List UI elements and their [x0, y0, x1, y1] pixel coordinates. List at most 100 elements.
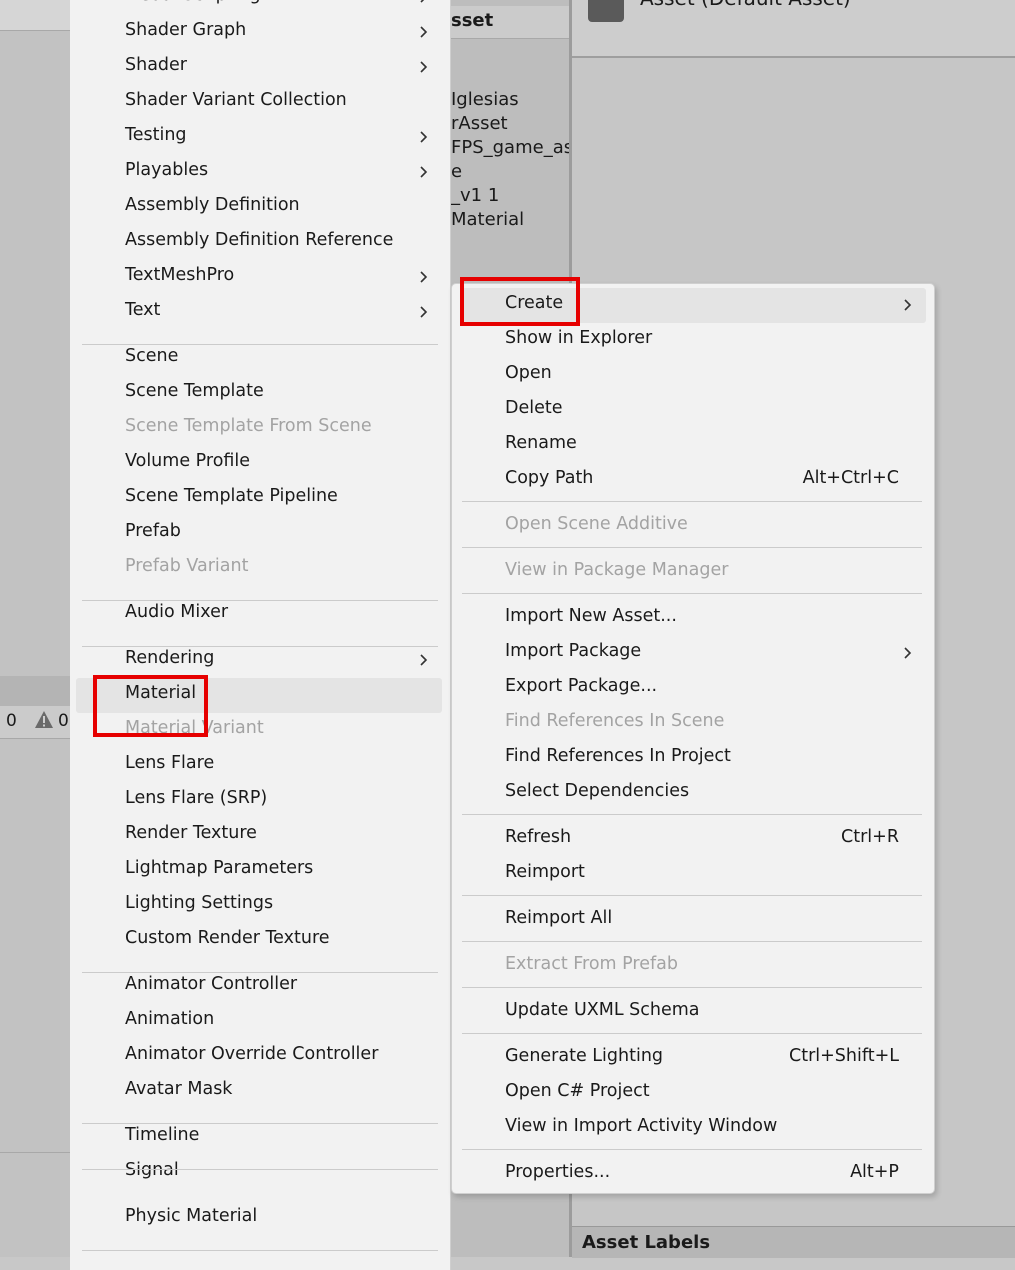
menu-item-label: Audio Mixer — [125, 602, 229, 622]
menu-item-view-in-import-activity-window[interactable]: View in Import Activity Window — [462, 1111, 926, 1146]
menu-item-assembly-definition-reference[interactable]: Assembly Definition Reference — [76, 225, 442, 260]
menu-item-render-texture[interactable]: Render Texture — [76, 818, 442, 853]
menu-item-import-package[interactable]: Import Package — [462, 636, 926, 671]
menu-item-lightmap-parameters[interactable]: Lightmap Parameters — [76, 853, 442, 888]
menu-item-testing[interactable]: Testing — [76, 120, 442, 155]
menu-item-assembly-definition[interactable]: Assembly Definition — [76, 190, 442, 225]
menu-item-label: Properties... — [505, 1162, 611, 1182]
menu-item-reimport-all[interactable]: Reimport All — [462, 903, 926, 938]
menu-item-properties[interactable]: Properties... Alt+P — [462, 1157, 926, 1192]
menu-item-label: Assembly Definition — [125, 195, 300, 215]
menu-item-audio-mixer[interactable]: Audio Mixer — [76, 597, 442, 632]
menu-item-animator-override-controller[interactable]: Animator Override Controller — [76, 1039, 442, 1074]
menu-item-refresh[interactable]: Refresh Ctrl+R — [462, 822, 926, 857]
menu-item-label: Open Scene Additive — [505, 514, 688, 534]
menu-separator — [82, 972, 438, 973]
menu-item-label: Custom Render Texture — [125, 928, 330, 948]
menu-item-select-dependencies[interactable]: Select Dependencies — [462, 776, 926, 811]
menu-item-prefab[interactable]: Prefab — [76, 516, 442, 551]
menu-item-animation[interactable]: Animation — [76, 1004, 442, 1039]
project-item[interactable]: _v1 1 — [451, 184, 569, 208]
menu-item-label: Testing — [125, 125, 187, 145]
menu-item-label: View in Package Manager — [505, 560, 729, 580]
menu-item-shader-graph[interactable]: Shader Graph — [76, 15, 442, 50]
menu-item-scene-template[interactable]: Scene Template — [76, 376, 442, 411]
menu-item-delete[interactable]: Delete — [462, 393, 926, 428]
create-submenu: Visual Scripting Shader Graph Shader Shader… — [70, 0, 451, 1270]
menu-item-visual-scripting[interactable]: Visual Scripting — [76, 0, 442, 15]
menu-item-shader[interactable]: Shader — [76, 50, 442, 85]
create-highlight-box — [460, 277, 580, 326]
menu-item-label: Shader Variant Collection — [125, 90, 347, 110]
warning-icon — [35, 711, 53, 728]
menu-item-find-references-in-project[interactable]: Find References In Project — [462, 741, 926, 776]
menu-item-avatar-mask[interactable]: Avatar Mask — [76, 1074, 442, 1109]
menu-item-show-in-explorer[interactable]: Show in Explorer — [462, 323, 926, 358]
project-item[interactable]: e — [451, 160, 569, 184]
project-item[interactable]: FPS_game_ass — [451, 136, 569, 160]
menu-item-label: Shader — [125, 55, 187, 75]
menu-item-signal[interactable]: Signal — [76, 1155, 442, 1190]
menu-item-export-package[interactable]: Export Package... — [462, 671, 926, 706]
menu-item-rendering[interactable]: Rendering — [76, 643, 442, 678]
menu-item-copy-path[interactable]: Copy Path Alt+Ctrl+C — [462, 463, 926, 498]
menu-item-volume-profile[interactable]: Volume Profile — [76, 446, 442, 481]
menu-item-label: Scene Template — [125, 381, 264, 401]
chevron-right-icon — [420, 271, 428, 283]
menu-item-text[interactable]: Text — [76, 295, 442, 330]
menu-item-animator-controller[interactable]: Animator Controller — [76, 969, 442, 1004]
menu-item-label: Scene Template Pipeline — [125, 486, 338, 506]
menu-item-playables[interactable]: Playables — [76, 155, 442, 190]
menu-item-label: Prefab — [125, 521, 181, 541]
menu-item-open-c-project[interactable]: Open C# Project — [462, 1076, 926, 1111]
menu-item-label: Import Package — [505, 641, 642, 661]
menu-separator — [82, 1169, 438, 1170]
menu-item-scene[interactable]: Scene — [76, 341, 442, 376]
menu-separator — [462, 547, 922, 548]
project-item[interactable]: Material — [451, 208, 569, 232]
menu-item-rename[interactable]: Rename — [462, 428, 926, 463]
menu-item-lighting-settings[interactable]: Lighting Settings — [76, 888, 442, 923]
menu-item-generate-lighting[interactable]: Generate Lighting Ctrl+Shift+L — [462, 1041, 926, 1076]
menu-item-open[interactable]: Open — [462, 358, 926, 393]
inspector-header: Asset (Default Asset) — [572, 0, 1015, 58]
menu-separator — [462, 1149, 922, 1150]
hierarchy-header — [0, 0, 70, 31]
menu-item-update-uxml-schema[interactable]: Update UXML Schema — [462, 995, 926, 1030]
menu-item-timeline[interactable]: Timeline — [76, 1120, 442, 1155]
warning-count: 0 — [58, 711, 69, 731]
asset-labels-label: Asset Labels — [582, 1232, 711, 1253]
menu-item-custom-render-texture[interactable]: Custom Render Texture — [76, 923, 442, 958]
menu-item-label: Find References In Project — [505, 746, 731, 766]
menu-item-import-new-asset[interactable]: Import New Asset... — [462, 601, 926, 636]
menu-separator — [82, 600, 438, 601]
menu-item-physic-material[interactable]: Physic Material — [76, 1201, 442, 1236]
asset-labels-bar[interactable]: Asset Labels — [572, 1226, 1015, 1258]
menu-item-label: Lens Flare — [125, 753, 215, 773]
menu-separator — [462, 895, 922, 896]
menu-item-label: Physic Material — [125, 1206, 258, 1226]
menu-item-open-scene-additive: Open Scene Additive — [462, 509, 926, 544]
menu-item-reimport[interactable]: Reimport — [462, 857, 926, 892]
menu-item-label: Show in Explorer — [505, 328, 653, 348]
shortcut-label: Ctrl+R — [841, 827, 899, 847]
menu-item-scene-template-pipeline[interactable]: Scene Template Pipeline — [76, 481, 442, 516]
menu-item-lens-flare[interactable]: Lens Flare — [76, 748, 442, 783]
menu-item-lens-flare-srp[interactable]: Lens Flare (SRP) — [76, 783, 442, 818]
menu-item-label: Lightmap Parameters — [125, 858, 314, 878]
panel-divider — [0, 1152, 70, 1153]
menu-item-label: Open C# Project — [505, 1081, 650, 1101]
menu-item-label: Playables — [125, 160, 209, 180]
project-item[interactable]: Iglesias — [451, 88, 569, 112]
menu-item-label: Update UXML Schema — [505, 1000, 700, 1020]
chevron-right-icon — [420, 306, 428, 318]
asset-icon — [588, 0, 624, 22]
menu-separator — [82, 344, 438, 345]
project-header: sset — [451, 6, 569, 39]
menu-item-shader-variant-collection[interactable]: Shader Variant Collection — [76, 85, 442, 120]
menu-item-label: Scene — [125, 346, 179, 366]
menu-item-textmeshpro[interactable]: TextMeshPro — [76, 260, 442, 295]
console-counts: 0 0 — [0, 706, 70, 739]
project-item[interactable]: rAsset — [451, 112, 569, 136]
menu-separator — [462, 501, 922, 502]
